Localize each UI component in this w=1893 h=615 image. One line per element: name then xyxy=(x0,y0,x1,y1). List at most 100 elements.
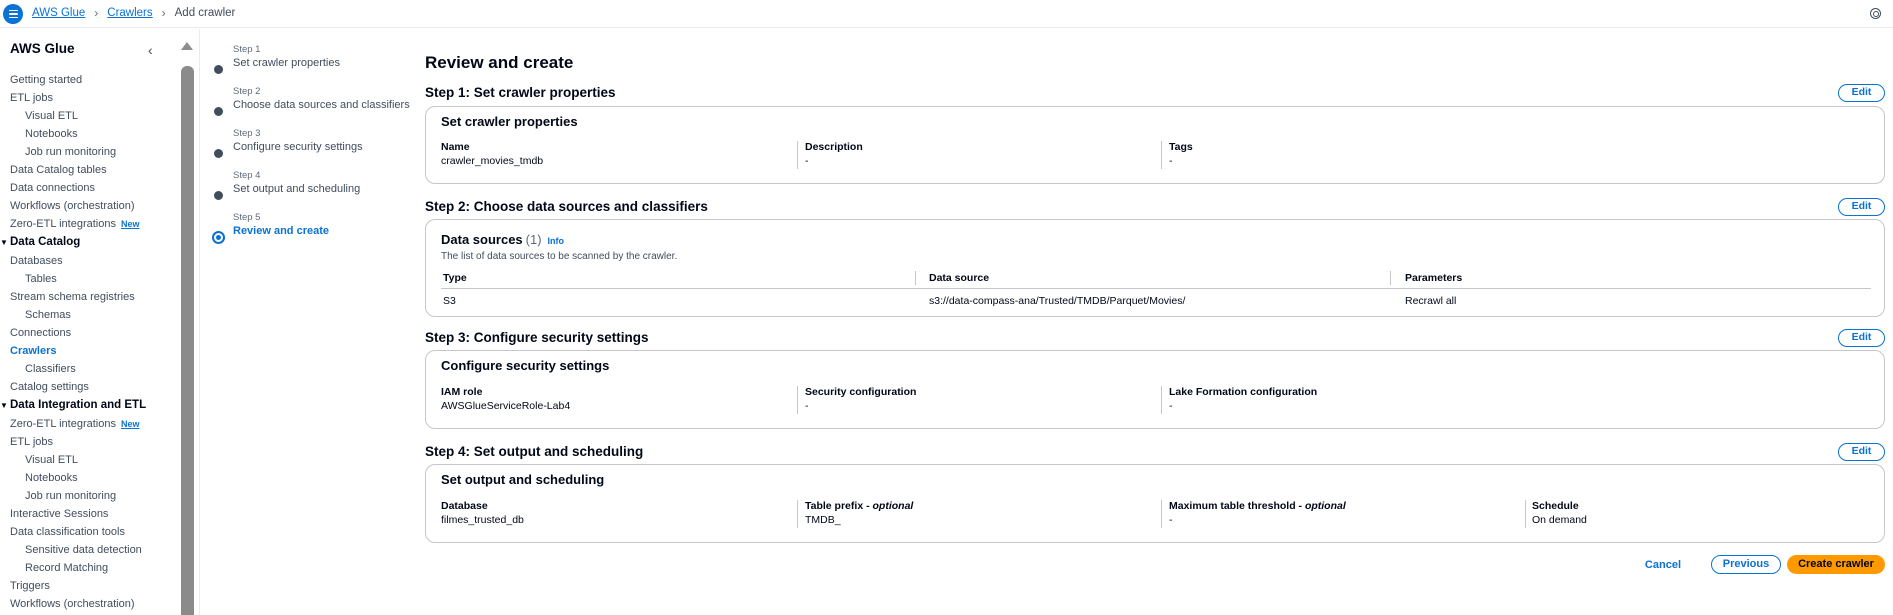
field-value: AWSGlueServiceRole-Lab4 xyxy=(441,400,571,412)
wizard-step-2[interactable]: Step 2 Choose data sources and classifier… xyxy=(212,86,412,128)
cancel-button[interactable]: Cancel xyxy=(1645,559,1681,571)
sidebar-item-catalog-settings[interactable]: Catalog settings xyxy=(0,378,176,396)
sidebar-item-classifiers[interactable]: Classifiers xyxy=(0,360,176,378)
wizard-step-1[interactable]: Step 1 Set crawler properties xyxy=(212,44,412,86)
field-value: - xyxy=(805,155,809,167)
field-label: Table prefix - optional xyxy=(805,500,913,512)
field-label: Maximum table threshold - optional xyxy=(1169,500,1346,512)
table-cell-parameters: Recrawl all xyxy=(1405,295,1457,307)
sidebar-item-tables[interactable]: Tables xyxy=(0,270,176,288)
sidebar-scrollbar[interactable] xyxy=(181,38,194,615)
collapse-sidebar-icon[interactable]: ‹ xyxy=(148,43,153,57)
caret-down-icon[interactable]: ▼ xyxy=(0,233,10,252)
sidebar-item-record-matching[interactable]: Record Matching xyxy=(0,559,176,577)
menu-icon[interactable] xyxy=(3,4,23,24)
edit-step1-button[interactable]: Edit xyxy=(1838,84,1885,102)
schedule-field: Schedule On demand xyxy=(1532,500,1587,526)
sidebar-section-data-integration-and-etl[interactable]: ▼ Data Integration and ETL xyxy=(0,396,176,415)
output-scheduling-card: Set output and scheduling Database filme… xyxy=(425,464,1885,543)
iam-role-field: IAM role AWSGlueServiceRole-Lab4 xyxy=(441,386,570,412)
sidebar-item-label: Notebooks xyxy=(25,472,78,484)
sidebar-item-label: Connections xyxy=(10,327,72,339)
sidebar-item-visual-etl[interactable]: Visual ETL xyxy=(0,107,176,125)
sidebar-item-databases[interactable]: Databases xyxy=(0,252,176,270)
card-title: Set crawler properties xyxy=(441,114,578,129)
settings-icon[interactable] xyxy=(1870,8,1881,19)
step-label: Review and create xyxy=(233,225,329,237)
crawler-properties-card: Set crawler properties Name crawler_movi… xyxy=(425,106,1885,184)
sidebar-item-visual-etl[interactable]: Visual ETL xyxy=(0,451,176,469)
edit-step2-button[interactable]: Edit xyxy=(1838,198,1885,216)
field-label: Description xyxy=(805,141,863,153)
scroll-up-icon[interactable] xyxy=(181,42,193,50)
sidebar-item-label: Getting started xyxy=(10,74,83,86)
step-dot-icon xyxy=(214,65,223,74)
step4-heading: Step 4: Set output and scheduling xyxy=(425,444,644,459)
sidebar-item-stream-schema-registries[interactable]: Stream schema registries xyxy=(0,288,176,306)
sidebar-section-data-catalog[interactable]: ▼ Data Catalog xyxy=(0,233,176,252)
name-field: Name crawler_movies_tmdb xyxy=(441,141,543,167)
sidebar-item-workflows-orchestration[interactable]: Workflows (orchestration) xyxy=(0,197,176,215)
step-label[interactable]: Set crawler properties xyxy=(233,57,340,69)
info-link[interactable]: Info xyxy=(548,236,565,246)
sidebar-item-crawlers[interactable]: Crawlers xyxy=(0,342,176,360)
table-prefix-field: Table prefix - optional TMDB_ xyxy=(805,500,913,526)
sidebar-item-label: Record Matching xyxy=(25,562,109,574)
wizard-step-3[interactable]: Step 3 Configure security settings xyxy=(212,128,412,170)
sidebar-item-data-connections[interactable]: Data connections xyxy=(0,179,176,197)
previous-button[interactable]: Previous xyxy=(1711,555,1781,574)
sidebar-item-zero-etl-integrations[interactable]: Zero-ETL integrations New xyxy=(0,215,176,233)
edit-step3-button[interactable]: Edit xyxy=(1838,329,1885,347)
sidebar-item-label: Triggers xyxy=(10,580,50,592)
field-label: Schedule xyxy=(1532,500,1579,512)
create-crawler-button[interactable]: Create crawler xyxy=(1787,555,1885,574)
step2-heading: Step 2: Choose data sources and classifi… xyxy=(425,199,708,214)
sidebar-item-label: Zero-ETL integrations xyxy=(10,218,116,230)
sidebar-item-notebooks[interactable]: Notebooks xyxy=(0,469,176,487)
step-label[interactable]: Set output and scheduling xyxy=(233,183,360,195)
scrollbar-thumb[interactable] xyxy=(181,66,194,615)
caret-down-icon[interactable]: ▼ xyxy=(0,396,10,415)
breadcrumb-crawlers[interactable]: Crawlers xyxy=(107,7,152,19)
sidebar-item-getting-started[interactable]: Getting started xyxy=(0,71,176,89)
step-number: Step 5 xyxy=(233,212,261,223)
new-badge: New xyxy=(120,219,140,229)
new-badge: New xyxy=(120,419,140,429)
sidebar-item-label: Interactive Sessions xyxy=(10,508,109,520)
sidebar-item-data-catalog-tables[interactable]: Data Catalog tables xyxy=(0,161,176,179)
sidebar-item-data-classification-tools[interactable]: Data classification tools xyxy=(0,523,176,541)
field-label: Security configuration xyxy=(805,386,917,398)
sidebar-item-label: Data Catalog tables xyxy=(10,164,107,176)
step-label[interactable]: Choose data sources and classifiers xyxy=(233,99,410,111)
step-dot-icon xyxy=(214,191,223,200)
wizard-steps: Step 1 Set crawler properties Step 2 Choose… xyxy=(212,44,412,254)
sidebar-item-job-run-monitoring[interactable]: Job run monitoring xyxy=(0,143,176,161)
sidebar-item-label: Zero-ETL integrations xyxy=(10,418,116,430)
breadcrumb-aws-glue[interactable]: AWS Glue xyxy=(32,7,85,19)
step-number: Step 2 xyxy=(233,86,261,97)
sidebar-item-zero-etl-integrations[interactable]: Zero-ETL integrations New xyxy=(0,415,176,433)
sidebar-item-interactive-sessions[interactable]: Interactive Sessions xyxy=(0,505,176,523)
sidebar-item-sensitive-data-detection[interactable]: Sensitive data detection xyxy=(0,541,176,559)
column-header-type: Type xyxy=(443,272,467,284)
sidebar-item-connections[interactable]: Connections xyxy=(0,324,176,342)
sidebar-item-label: Data Integration and ETL xyxy=(10,399,147,411)
sidebar-item-schemas[interactable]: Schemas xyxy=(0,306,176,324)
sidebar-item-etl-jobs[interactable]: ETL jobs xyxy=(0,89,176,107)
column-divider xyxy=(1161,386,1162,414)
sidebar-item-triggers[interactable]: Triggers xyxy=(0,577,176,595)
sidebar-title: AWS Glue xyxy=(10,41,75,56)
field-label: Tags xyxy=(1169,141,1193,153)
current-step-icon xyxy=(212,231,225,244)
tags-field: Tags - xyxy=(1169,141,1193,167)
sidebar-item-workflows-orchestration[interactable]: Workflows (orchestration) xyxy=(0,595,176,613)
sidebar-item-etl-jobs[interactable]: ETL jobs xyxy=(0,433,176,451)
edit-step4-button[interactable]: Edit xyxy=(1838,443,1885,461)
data-sources-count: (1) xyxy=(525,232,542,247)
sidebar-item-job-run-monitoring[interactable]: Job run monitoring xyxy=(0,487,176,505)
sidebar-item-label: Databases xyxy=(10,255,63,267)
wizard-step-4[interactable]: Step 4 Set output and scheduling xyxy=(212,170,412,212)
field-value: - xyxy=(1169,400,1173,412)
sidebar-item-notebooks[interactable]: Notebooks xyxy=(0,125,176,143)
step-label[interactable]: Configure security settings xyxy=(233,141,363,153)
